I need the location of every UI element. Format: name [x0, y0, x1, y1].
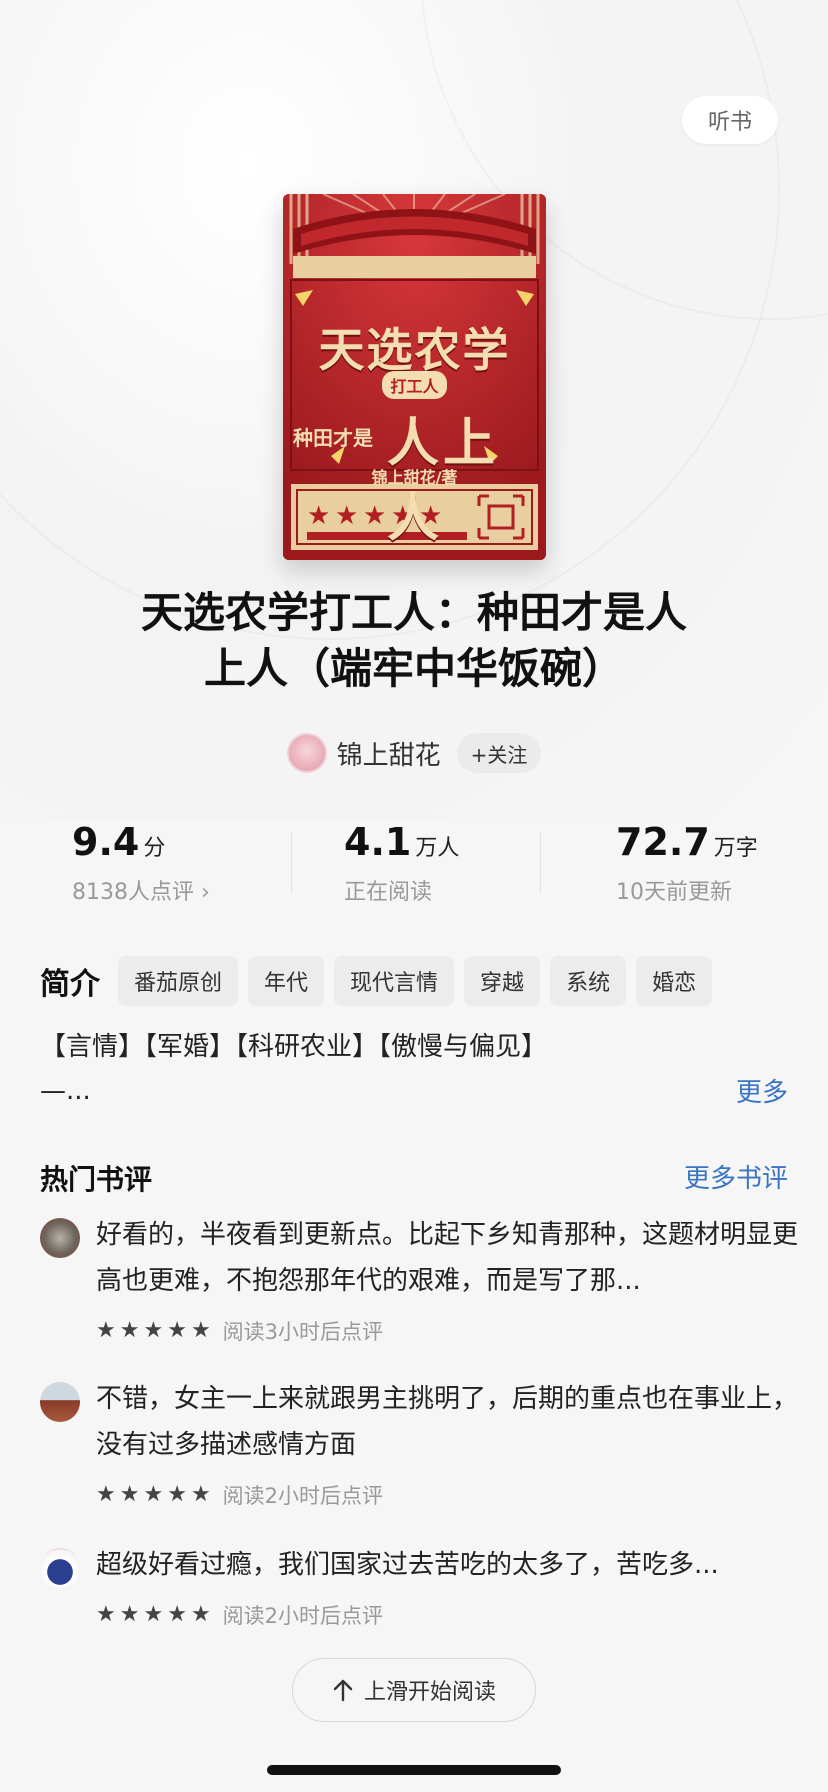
more-reviews-link[interactable]: 更多书评 — [684, 1158, 788, 1195]
review-stars: ★ ★ ★ ★ ★ — [96, 1604, 211, 1626]
cover-author-credit: 锦上甜花/著 — [371, 468, 458, 487]
star-icon: ★ — [119, 1482, 140, 1507]
review-text: 超级好看过瘾，我们国家过去苦吃的太多了，苦吃多... — [96, 1550, 719, 1580]
star-icon: ★ — [167, 1318, 187, 1343]
stats-bar: 9.4 分 8138人点评 › 4.1 万人 正在阅读 72.7 万字 10天前更新 — [0, 820, 828, 920]
tag[interactable]: 现代言情 — [334, 956, 455, 1006]
reviewer-avatar[interactable] — [40, 1218, 80, 1258]
intro-more-link[interactable]: 更多 — [736, 1072, 788, 1109]
review-read-time: 阅读3小时后点评 — [222, 1320, 384, 1344]
rating-unit: 分 — [143, 836, 166, 861]
readers-unit: 万人 — [415, 836, 460, 861]
star-icon: ★ — [190, 1482, 211, 1507]
stat-readers: 4.1 万人 正在阅读 — [344, 820, 604, 906]
stat-divider — [540, 832, 541, 894]
book-title: 天选农学打工人：种田才是人 上人（端牢中华饭碗） — [140, 588, 687, 693]
star-icon: ★ — [190, 1602, 211, 1627]
update-label: 10天前更新 — [616, 880, 732, 905]
tag[interactable]: 番茄原创 — [118, 956, 239, 1006]
start-reading-label: 上滑开始阅读 — [363, 1680, 496, 1705]
stat-rating[interactable]: 9.4 分 8138人点评 › — [72, 820, 332, 906]
star-icon: ★ — [167, 1482, 187, 1507]
follow-button[interactable]: +关注 — [456, 733, 542, 773]
stat-divider — [291, 832, 292, 894]
words-unit: 万字 — [713, 836, 758, 861]
book-cover[interactable]: ★ ★ ★ ★ ★ 天选农学 打工人 种田才是 人上人 锦上甜花/著 — [283, 194, 546, 560]
reviews-title: 热门书评 — [40, 1163, 153, 1196]
intro-row: 简介 番茄原创 年代 现代言情 穿越 系统 婚恋 — [40, 956, 713, 1006]
svg-text:★: ★ — [335, 501, 358, 531]
review-text: 好看的，半夜看到更新点。比起下乡知青那种，这题材明显更高也更难，不抱怨那年代的艰… — [96, 1220, 799, 1296]
rating-value: 9.4 — [72, 820, 140, 864]
star-icon: ★ — [96, 1482, 116, 1507]
star-icon: ★ — [119, 1602, 140, 1627]
intro-text[interactable]: 【言情】【军婚】【科研农业】【傲慢与偏见】 — [40, 1026, 547, 1063]
listen-button[interactable]: 听书 — [682, 96, 778, 144]
reviewer-avatar[interactable] — [40, 1548, 80, 1588]
review-meta: ★ ★ ★ ★ ★ 阅读2小时后点评 — [96, 1480, 383, 1510]
readers-value: 4.1 — [344, 820, 412, 864]
tag[interactable]: 穿越 — [464, 956, 541, 1006]
author-name[interactable]: 锦上甜花 — [337, 735, 441, 772]
star-icon: ★ — [119, 1318, 140, 1343]
star-icon: ★ — [167, 1602, 187, 1627]
tag[interactable]: 婚恋 — [636, 956, 713, 1006]
star-icon: ★ — [96, 1318, 116, 1343]
review-text: 不错，女主一上来就跟男主挑明了，后期的重点也在事业上，没有过多描述感情方面 — [96, 1384, 799, 1460]
rating-count: 8138人点评 › — [72, 880, 210, 905]
star-icon: ★ — [143, 1318, 164, 1343]
cover-left-text: 种田才是 — [293, 426, 373, 450]
star-icon: ★ — [143, 1602, 164, 1627]
star-icon: ★ — [96, 1602, 116, 1627]
review-meta: ★ ★ ★ ★ ★ 阅读3小时后点评 — [96, 1316, 383, 1346]
review-stars: ★ ★ ★ ★ ★ — [96, 1320, 211, 1342]
review-meta: ★ ★ ★ ★ ★ 阅读2小时后点评 — [96, 1600, 383, 1630]
tag[interactable]: 系统 — [550, 956, 627, 1006]
review-read-time: 阅读2小时后点评 — [222, 1604, 384, 1628]
arrow-up-icon — [333, 1679, 353, 1702]
readers-label: 正在阅读 — [344, 880, 433, 905]
reviewer-avatar[interactable] — [40, 1382, 80, 1422]
svg-text:★: ★ — [307, 501, 330, 531]
cover-subtitle: 打工人 — [283, 371, 546, 399]
star-icon: ★ — [143, 1482, 164, 1507]
home-indicator[interactable] — [267, 1765, 561, 1775]
review-stars: ★ ★ ★ ★ ★ — [96, 1484, 211, 1506]
author-avatar[interactable] — [286, 733, 327, 773]
author-row: 锦上甜花 +关注 — [0, 733, 828, 773]
review-read-time: 阅读2小时后点评 — [222, 1484, 384, 1508]
tag[interactable]: 年代 — [248, 956, 325, 1006]
words-value: 72.7 — [616, 820, 710, 864]
star-icon: ★ — [190, 1318, 211, 1343]
intro-text-continued[interactable]: —... — [40, 1076, 91, 1106]
intro-label: 简介 — [40, 967, 100, 1002]
stat-words: 72.7 万字 10天前更新 — [616, 820, 828, 906]
svg-text:★: ★ — [363, 501, 386, 531]
start-reading-button[interactable]: 上滑开始阅读 — [292, 1658, 536, 1722]
